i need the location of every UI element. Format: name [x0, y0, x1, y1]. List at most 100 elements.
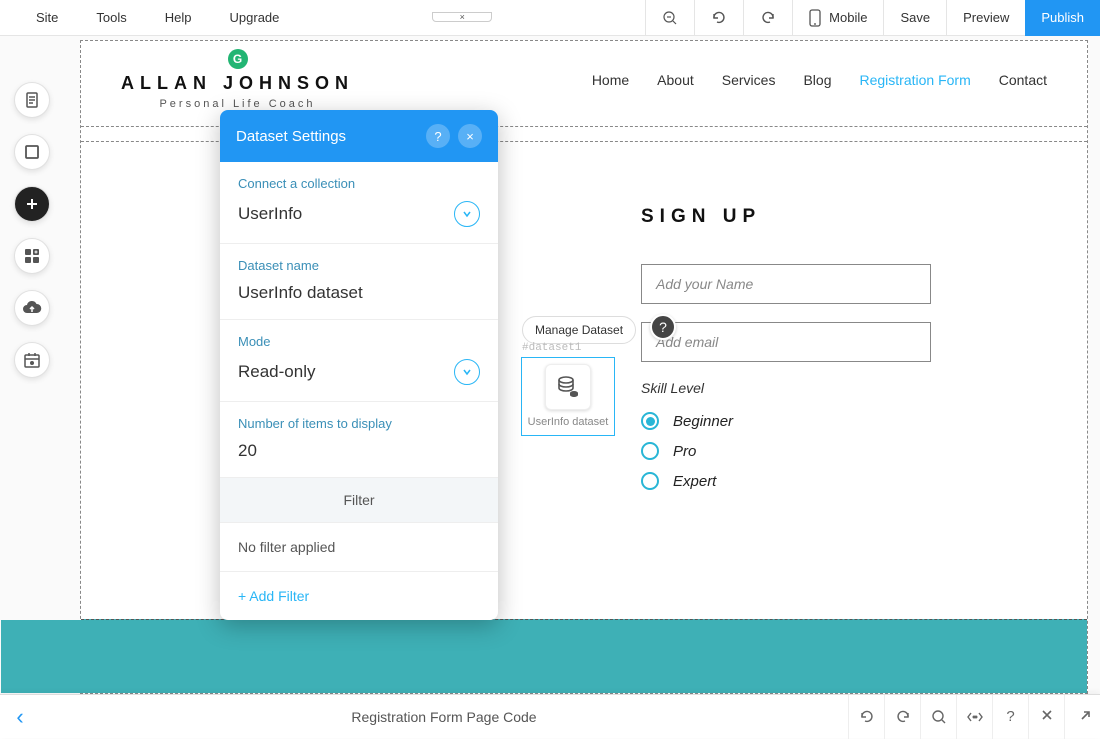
database-icon — [545, 364, 591, 410]
tool-upload[interactable] — [14, 290, 50, 326]
dataset-name-section: Dataset name UserInfo dataset — [220, 244, 498, 320]
site-tagline: Personal Life Coach — [121, 98, 354, 110]
mode-label: Mode — [238, 334, 480, 349]
add-filter-button[interactable]: + Add Filter — [220, 572, 498, 620]
radio-expert[interactable]: Expert — [641, 472, 961, 490]
tool-background[interactable] — [14, 134, 50, 170]
filter-header: Filter — [220, 477, 498, 523]
dataset-id-label: #dataset1 — [522, 342, 581, 354]
dataset-settings-panel: Dataset Settings ? × Connect a collectio… — [220, 110, 498, 620]
zoom-out-icon — [662, 10, 678, 26]
undo-icon — [711, 10, 727, 26]
items-value[interactable]: 20 — [238, 441, 480, 461]
square-icon — [23, 143, 41, 161]
name-value[interactable]: UserInfo dataset — [238, 283, 480, 303]
code-expand-button[interactable] — [1028, 695, 1064, 739]
email-input[interactable]: Add email — [641, 322, 931, 362]
publish-button[interactable]: Publish — [1025, 0, 1100, 36]
bottom-tools: ? — [848, 695, 1100, 739]
radio-label: Pro — [673, 443, 696, 460]
filter-status: No filter applied — [220, 523, 498, 572]
redo-button[interactable] — [743, 0, 792, 36]
top-menu-left: Site Tools Help Upgrade — [0, 10, 279, 25]
chevron-down-icon — [462, 367, 472, 377]
items-label: Number of items to display — [238, 416, 480, 431]
redo-icon — [895, 709, 911, 725]
mode-dropdown[interactable] — [454, 359, 480, 385]
dataset-help-button[interactable]: ? — [650, 314, 676, 340]
code-icon — [966, 709, 984, 725]
menu-help[interactable]: Help — [165, 10, 192, 25]
nav-contact[interactable]: Contact — [999, 72, 1047, 88]
panel-header[interactable]: Dataset Settings ? × — [220, 110, 498, 162]
code-popout-button[interactable] — [1064, 695, 1100, 739]
mobile-button[interactable]: Mobile — [792, 0, 883, 36]
radio-icon — [641, 472, 659, 490]
page-icon — [23, 91, 41, 109]
mode-value: Read-only — [238, 362, 316, 382]
skill-level-label: Skill Level — [641, 380, 961, 396]
menu-site[interactable]: Site — [36, 10, 58, 25]
code-undo-button[interactable] — [848, 695, 884, 739]
code-redo-button[interactable] — [884, 695, 920, 739]
radio-label: Beginner — [673, 413, 733, 430]
connect-collection-section: Connect a collection UserInfo — [220, 162, 498, 244]
left-toolbar — [14, 82, 50, 378]
tool-apps[interactable] — [14, 238, 50, 274]
dataset-stage-element[interactable]: Manage Dataset ? #dataset1 UserInfo data… — [521, 357, 615, 436]
logo-badge: G — [228, 49, 248, 69]
nav-services[interactable]: Services — [722, 72, 776, 88]
menu-upgrade[interactable]: Upgrade — [230, 10, 280, 25]
code-search-button[interactable] — [920, 695, 956, 739]
code-help-button[interactable]: ? — [992, 695, 1028, 739]
popout-icon — [1075, 709, 1091, 725]
back-button[interactable]: ‹ — [0, 704, 40, 730]
top-menu-center: × — [279, 13, 645, 22]
calendar-icon — [23, 351, 41, 369]
code-brackets-button[interactable] — [956, 695, 992, 739]
save-button[interactable]: Save — [883, 0, 946, 36]
radio-beginner[interactable]: Beginner — [641, 412, 961, 430]
undo-button[interactable] — [694, 0, 743, 36]
grid-plus-icon — [23, 247, 41, 265]
manage-dataset-button[interactable]: Manage Dataset — [522, 316, 636, 344]
preview-button[interactable]: Preview — [946, 0, 1025, 36]
undo-icon — [859, 709, 875, 725]
cloud-upload-icon — [22, 299, 42, 317]
redo-icon — [760, 10, 776, 26]
zoom-out-button[interactable] — [645, 0, 694, 36]
tool-pages[interactable] — [14, 82, 50, 118]
connect-dropdown[interactable] — [454, 201, 480, 227]
top-menu-bar: Site Tools Help Upgrade × Mobile Save Pr… — [0, 0, 1100, 36]
radio-icon — [641, 442, 659, 460]
name-label: Dataset name — [238, 258, 480, 273]
name-input[interactable]: Add your Name — [641, 264, 931, 304]
footer-band — [81, 619, 1087, 693]
panel-help-button[interactable]: ? — [426, 124, 450, 148]
tool-add[interactable] — [14, 186, 50, 222]
top-menu-right: Mobile Save Preview Publish — [645, 0, 1100, 36]
page-code-title: Registration Form Page Code — [40, 709, 848, 725]
dataset-name-label: UserInfo dataset — [522, 416, 614, 435]
mobile-icon — [809, 9, 821, 27]
signup-title: SIGN UP — [641, 206, 961, 228]
nav-about[interactable]: About — [657, 72, 694, 88]
tool-bookings[interactable] — [14, 342, 50, 378]
nav-home[interactable]: Home — [592, 72, 629, 88]
nav-blog[interactable]: Blog — [803, 72, 831, 88]
center-tab[interactable]: × — [432, 12, 492, 22]
nav-registration[interactable]: Registration Form — [859, 72, 970, 88]
search-icon — [931, 709, 947, 725]
menu-tools[interactable]: Tools — [96, 10, 126, 25]
panel-close-button[interactable]: × — [458, 124, 482, 148]
items-section: Number of items to display 20 — [220, 402, 498, 477]
radio-pro[interactable]: Pro — [641, 442, 961, 460]
panel-title: Dataset Settings — [236, 128, 346, 145]
chevron-down-icon — [462, 209, 472, 219]
site-logo[interactable]: G ALLAN JOHNSON Personal Life Coach — [121, 49, 354, 110]
signup-form: SIGN UP Add your Name Add email Skill Le… — [641, 206, 961, 502]
radio-label: Expert — [673, 473, 716, 490]
connect-value: UserInfo — [238, 204, 302, 224]
radio-icon — [641, 412, 659, 430]
bottom-code-bar: ‹ Registration Form Page Code ? — [0, 694, 1100, 738]
